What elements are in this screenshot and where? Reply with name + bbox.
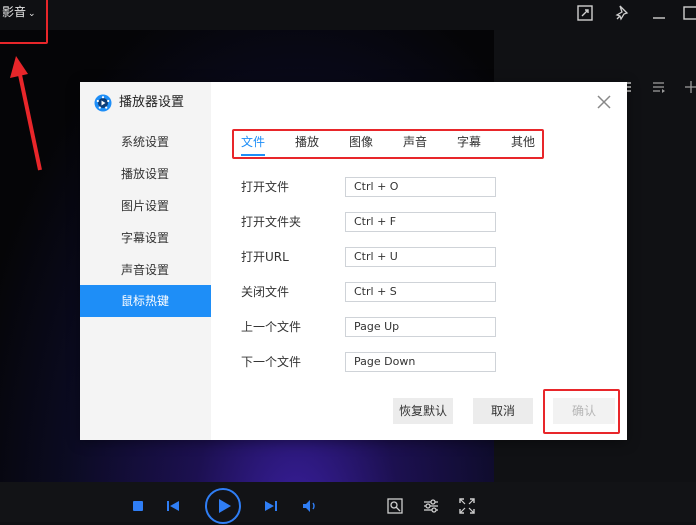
hotkey-label-open-url: 打开URL xyxy=(241,250,289,264)
cancel-button[interactable]: 取消 xyxy=(473,398,533,424)
hotkey-label-open-folder: 打开文件夹 xyxy=(241,215,302,229)
sidebar-item-subtitle[interactable]: 字幕设置 xyxy=(80,222,211,254)
mini-mode-icon[interactable] xyxy=(576,4,594,22)
next-icon[interactable] xyxy=(264,499,278,513)
minimize-icon[interactable] xyxy=(650,4,668,22)
control-bar xyxy=(0,482,696,525)
sidebar-item-sound[interactable]: 声音设置 xyxy=(80,254,211,286)
hotkey-input-open-file[interactable]: Ctrl + O xyxy=(345,177,496,197)
red-arrow-icon xyxy=(10,56,42,171)
title-bar: 影音 ⌄ xyxy=(0,0,696,30)
maximize-icon[interactable] xyxy=(682,4,696,22)
hotkey-input-close-file[interactable]: Ctrl + S xyxy=(345,282,496,302)
screenshot-icon[interactable] xyxy=(387,498,403,514)
restore-default-button[interactable]: 恢复默认 xyxy=(393,398,453,424)
play-button-icon[interactable] xyxy=(204,487,242,525)
fullscreen-icon[interactable] xyxy=(459,498,475,514)
dialog-title: 播放器设置 xyxy=(119,95,185,110)
sidebar-item-picture[interactable]: 图片设置 xyxy=(80,190,211,222)
hotkey-label-next-file: 下一个文件 xyxy=(241,355,302,369)
playlist-icon[interactable] xyxy=(652,80,666,94)
highlight-box-tabs xyxy=(232,129,544,159)
hotkey-label-previous-file: 上一个文件 xyxy=(241,320,302,334)
hotkey-input-open-url[interactable]: Ctrl + U xyxy=(345,247,496,267)
hotkey-input-previous-file[interactable]: Page Up xyxy=(345,317,496,337)
settings-sidebar: 播放器设置 系统设置 播放设置 图片设置 字幕设置 声音设置 鼠标热键 xyxy=(80,82,211,440)
settings-sliders-icon[interactable] xyxy=(423,498,439,514)
close-icon[interactable] xyxy=(596,94,612,110)
pin-icon[interactable] xyxy=(614,4,632,22)
sidebar-item-playback[interactable]: 播放设置 xyxy=(80,158,211,190)
add-icon[interactable] xyxy=(684,80,696,94)
hotkey-input-open-folder[interactable]: Ctrl + F xyxy=(345,212,496,232)
hotkey-input-next-file[interactable]: Page Down xyxy=(345,352,496,372)
previous-icon[interactable] xyxy=(166,499,180,513)
sidebar-item-system[interactable]: 系统设置 xyxy=(80,126,211,158)
highlight-box-confirm xyxy=(543,389,620,434)
hotkey-label-close-file: 关闭文件 xyxy=(241,285,290,299)
hotkey-label-open-file: 打开文件 xyxy=(241,180,290,194)
stop-icon[interactable] xyxy=(132,500,144,512)
player-logo-icon xyxy=(94,94,112,112)
sidebar-item-mouse-hotkeys[interactable]: 鼠标热键 xyxy=(80,285,211,317)
volume-icon[interactable] xyxy=(302,499,318,513)
